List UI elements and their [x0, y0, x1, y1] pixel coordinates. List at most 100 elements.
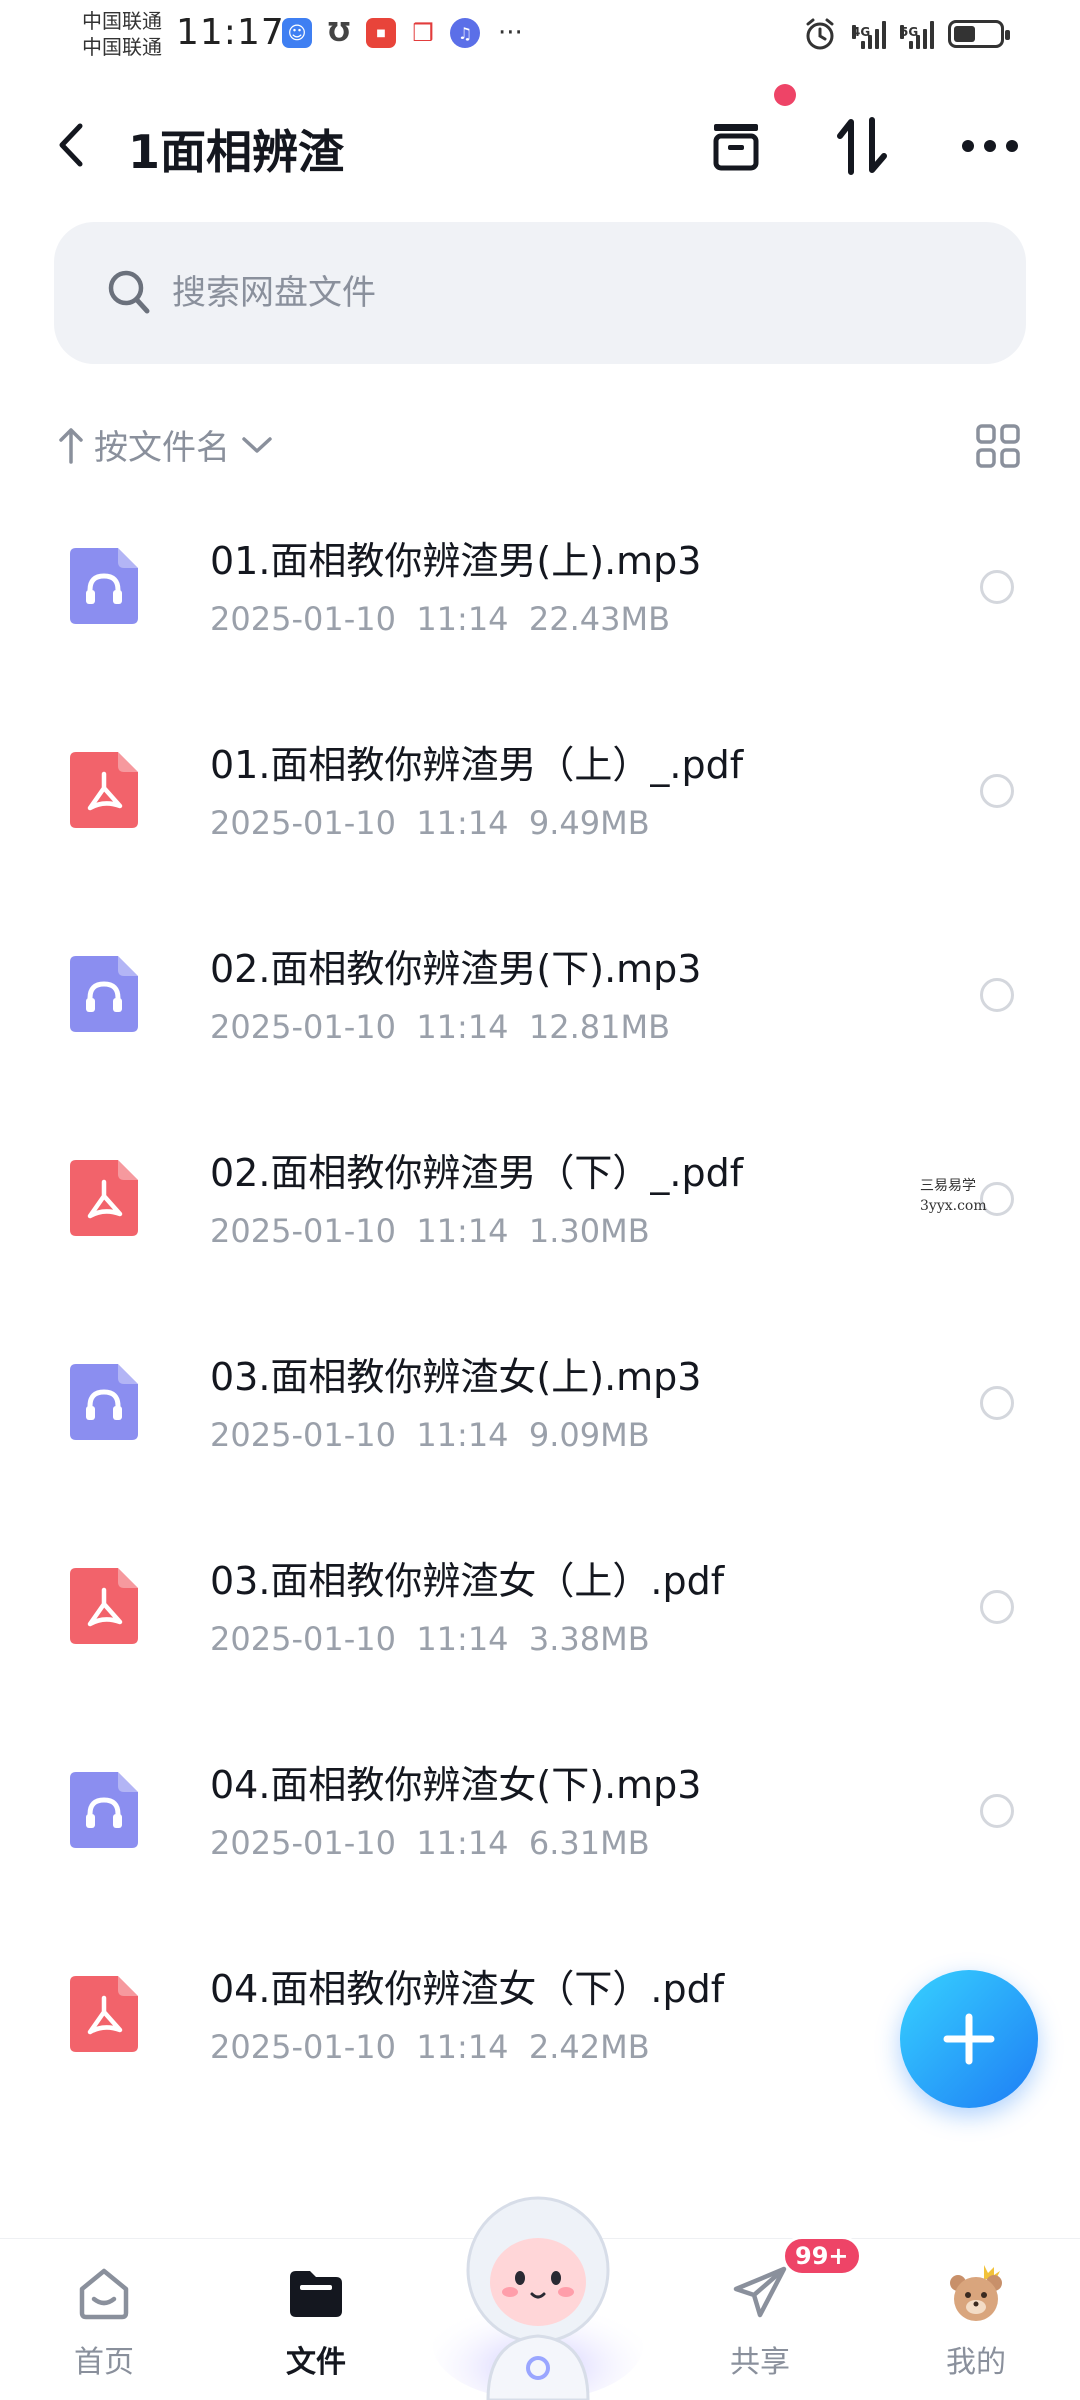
search-icon [108, 270, 150, 314]
file-time: 11:14 [416, 1008, 509, 1046]
carrier-2: 中国联通 [82, 35, 162, 59]
huawei-icon: ■ [366, 18, 396, 48]
music-icon: ♫ [450, 18, 480, 48]
select-checkbox[interactable] [980, 774, 1014, 808]
nav-share[interactable]: 共享 [690, 2261, 830, 2391]
back-icon [59, 123, 83, 167]
notification-icons: ☺ Ʊ ■ ❒ ♫ ··· [282, 18, 523, 48]
bear-avatar-icon [950, 2265, 1002, 2321]
file-row[interactable]: 01.面相教你辨渣男（上）_.pdf 2025-01-10 11:14 9.49… [0, 686, 1080, 890]
file-name: 02.面相教你辨渣男(下).mp3 [210, 947, 702, 991]
file-date: 2025-01-10 [210, 2028, 396, 2066]
sort-button[interactable] [826, 110, 898, 182]
file-name: 02.面相教你辨渣男（下）_.pdf [210, 1151, 744, 1195]
arrow-up-icon [59, 427, 83, 464]
select-checkbox[interactable] [980, 1794, 1014, 1828]
file-time: 11:14 [416, 600, 509, 638]
more-icon [962, 140, 1018, 152]
share-badge: 99+ [782, 2236, 862, 2276]
pdf-file-icon [70, 1160, 138, 1236]
signal-2-icon: 5G [900, 19, 934, 49]
file-size: 1.30MB [528, 1212, 650, 1250]
file-name: 03.面相教你辨渣女（上）.pdf [210, 1559, 725, 1603]
status-indicators: 4G 5G [802, 16, 1010, 52]
file-time: 11:14 [416, 1212, 509, 1250]
select-checkbox[interactable] [980, 978, 1014, 1012]
nav-home-label: 首页 [74, 2345, 134, 2380]
network-1-label: 4G [852, 25, 871, 39]
grid-view-icon[interactable] [974, 422, 1022, 470]
file-date: 2025-01-10 [210, 600, 396, 638]
file-date: 2025-01-10 [210, 1824, 396, 1862]
home-icon [72, 2261, 136, 2325]
ai-assistant-mascot-button[interactable] [428, 2170, 648, 2400]
file-row[interactable]: 02.面相教你辨渣男（下）_.pdf 2025-01-10 11:14 1.30… [0, 1094, 1080, 1298]
file-meta: 2025-01-10 11:14 12.81MB [210, 1008, 670, 1046]
add-button[interactable] [900, 1970, 1038, 2108]
file-time: 11:14 [416, 804, 509, 842]
select-checkbox[interactable] [980, 570, 1014, 604]
file-row[interactable]: 02.面相教你辨渣男(下).mp3 2025-01-10 11:14 12.81… [0, 890, 1080, 1094]
nav-home[interactable]: 首页 [34, 2261, 174, 2391]
back-button[interactable] [46, 114, 96, 176]
sort-by-name-button[interactable]: 按文件名 [58, 420, 274, 469]
file-row[interactable]: 01.面相教你辨渣男(上).mp3 2025-01-10 11:14 22.43… [0, 482, 1080, 686]
file-meta: 2025-01-10 11:14 3.38MB [210, 1620, 650, 1658]
nav-files-label: 文件 [286, 2345, 346, 2380]
nav-files[interactable]: 文件 [246, 2261, 386, 2391]
file-date: 2025-01-10 [210, 1620, 396, 1658]
book-icon: ❒ [412, 19, 434, 47]
signal-1-icon: 4G [852, 19, 886, 49]
alarm-icon [806, 18, 834, 50]
audio-file-icon [70, 1364, 138, 1440]
audio-file-icon [70, 956, 138, 1032]
file-time: 11:14 [416, 1416, 509, 1454]
file-name: 01.面相教你辨渣男（上）_.pdf [210, 743, 744, 787]
search-input[interactable] [172, 258, 972, 328]
avatar [944, 2261, 1008, 2325]
transfer-box-icon [713, 124, 759, 171]
pdf-file-icon [70, 752, 138, 828]
file-size: 9.49MB [528, 804, 650, 842]
watermark-line-2: 3yyx.com [920, 1198, 987, 1214]
file-row[interactable]: 03.面相教你辨渣女(上).mp3 2025-01-10 11:14 9.09M… [0, 1298, 1080, 1502]
file-row[interactable]: 03.面相教你辨渣女（上）.pdf 2025-01-10 11:14 3.38M… [0, 1502, 1080, 1706]
status-bar: 中国联通 中国联通 11:17 ☺ Ʊ ■ ❒ ♫ ··· 4G 5G [0, 0, 1080, 70]
pdf-file-icon [70, 1976, 138, 2052]
file-meta: 2025-01-10 11:14 6.31MB [210, 1824, 650, 1862]
paper-plane-icon [728, 2261, 792, 2325]
file-name: 01.面相教你辨渣男(上).mp3 [210, 539, 702, 583]
file-size: 22.43MB [528, 600, 671, 638]
more-button[interactable] [954, 110, 1026, 182]
u-icon: Ʊ [327, 18, 351, 48]
transfer-list-button[interactable] [700, 110, 772, 182]
nav-share-label: 共享 [730, 2345, 790, 2380]
sort-label: 按文件名 [94, 428, 230, 468]
notification-dot [774, 84, 796, 106]
battery-level [954, 26, 975, 42]
file-meta: 2025-01-10 11:14 9.09MB [210, 1416, 650, 1454]
plus-icon [943, 2013, 995, 2065]
status-time: 11:17 [176, 12, 285, 53]
battery-icon [948, 20, 1010, 48]
select-checkbox[interactable] [980, 1386, 1014, 1420]
select-checkbox[interactable] [980, 1590, 1014, 1624]
file-list: 01.面相教你辨渣男(上).mp3 2025-01-10 11:14 22.43… [0, 482, 1080, 2114]
header-bar: 1面相辨渣 [0, 90, 1080, 200]
file-time: 11:14 [416, 2028, 509, 2066]
page-title: 1面相辨渣 [128, 125, 345, 179]
file-meta: 2025-01-10 11:14 22.43MB [210, 600, 670, 638]
file-date: 2025-01-10 [210, 1416, 396, 1454]
status-more-icon: ··· [498, 18, 523, 48]
file-meta: 2025-01-10 11:14 2.42MB [210, 2028, 650, 2066]
search-bar[interactable] [54, 222, 1026, 364]
file-meta: 2025-01-10 11:14 1.30MB [210, 1212, 650, 1250]
file-size: 12.81MB [528, 1008, 671, 1046]
file-name: 04.面相教你辨渣女(下).mp3 [210, 1763, 702, 1807]
nav-mine-label: 我的 [946, 2345, 1006, 2380]
pdf-file-icon [70, 1568, 138, 1644]
carrier-1: 中国联通 [82, 9, 162, 33]
file-row[interactable]: 04.面相教你辨渣女(下).mp3 2025-01-10 11:14 6.31M… [0, 1706, 1080, 1910]
nav-mine[interactable]: 我的 [906, 2261, 1046, 2391]
file-size: 6.31MB [528, 1824, 650, 1862]
